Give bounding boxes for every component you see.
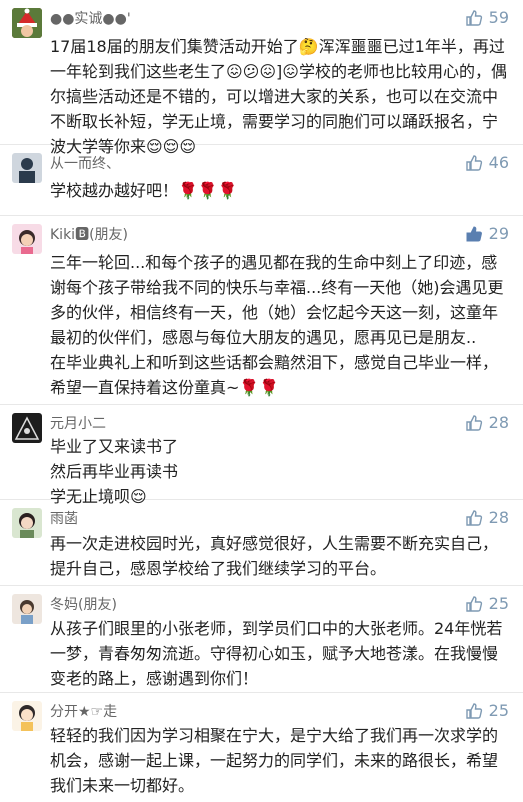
commenter-name[interactable]: 从一而终、 [50,153,120,173]
comment-text: 三年一轮回...和每个孩子的遇见都在我的生命中刻上了印迹，感谢每个孩子带给我不同… [50,253,504,397]
avatar[interactable] [12,224,42,254]
comment-item: 雨菡 28 再一次走进校园时光，真好感觉很好，人生需要不断充实自己，提升自己，感… [0,500,523,586]
person-avatar-icon [12,153,42,183]
dark-avatar-icon [12,413,42,443]
comment-text: 毕业了又来读书了 然后再毕业再读书 学无止境呗😌 [50,437,179,506]
girl2-avatar-icon [12,508,42,538]
commenter-name[interactable]: 分开★☞走 [50,701,117,721]
thumbs-up-filled-icon [466,225,482,241]
avatar[interactable] [12,8,42,38]
comment-text: 轻轻的我们因为学习相聚在宁大，是宁大给了我们再一次求学的机会，感谢一起上课，一起… [50,726,499,795]
girl-avatar-icon [12,224,42,254]
comment-text: 再一次走进校园时光，真好感觉很好，人生需要不断充实自己，提升自己，感恩学校给了我… [50,534,499,578]
like-button[interactable]: 46 [465,153,509,172]
comment-item: 分开★☞走 25 轻轻的我们因为学习相聚在宁大，是宁大给了我们再一次求学的机会，… [0,693,523,802]
like-count: 59 [488,8,509,27]
like-button[interactable]: 25 [465,594,509,613]
like-button[interactable]: 29 [465,224,509,243]
like-button[interactable]: 59 [465,8,509,27]
avatar[interactable] [12,413,42,443]
like-count: 46 [488,153,509,172]
avatar[interactable] [12,153,42,183]
santa-avatar-icon [12,8,42,38]
thumbs-up-icon [465,9,482,26]
comment-item: Kiki🅱(朋友) 29 三年一轮回...和每个孩子的遇见都在我的生命中刻上了印… [0,216,523,405]
comment-item: 冬妈(朋友) 25 从孩子们眼里的小张老师，到学员们口中的大张老师。24年恍若一… [0,586,523,693]
avatar[interactable] [12,701,42,731]
comment-item: ●●实诚●●' 59 17届18届的朋友们集赞活动开始了🤔浑浑噩噩已过1年半，再… [0,0,523,156]
thumbs-up-icon [465,702,482,719]
like-count: 25 [488,594,509,613]
like-count: 28 [488,413,509,432]
comment-item: 从一而终、 46 学校越办越好吧！🌹🌹🌹 [0,145,523,216]
commenter-name[interactable]: 元月小二 [50,413,106,433]
like-count: 28 [488,508,509,527]
comment-text: 从孩子们眼里的小张老师，到学员们口中的大张老师。24年恍若一梦，青春匆匆流逝。守… [50,619,503,688]
commenter-name[interactable]: 雨菡 [50,508,78,528]
avatar[interactable] [12,508,42,538]
like-count: 29 [488,224,509,243]
thumbs-up-icon [465,414,482,431]
like-button[interactable]: 25 [465,701,509,720]
thumbs-up-icon [465,509,482,526]
comment-text: 学校越办越好吧！🌹🌹🌹 [50,181,238,200]
commenter-name[interactable]: 冬妈(朋友) [50,594,117,614]
like-button[interactable]: 28 [465,413,509,432]
comment-text: 17届18届的朋友们集赞活动开始了🤔浑浑噩噩已过1年半，再过一年轮到我们这些老生… [50,37,507,156]
commenter-name[interactable]: ●●实诚●●' [50,8,131,28]
like-button[interactable]: 28 [465,508,509,527]
avatar[interactable] [12,594,42,624]
thumbs-up-icon [465,154,482,171]
comment-item: 元月小二 28 毕业了又来读书了 然后再毕业再读书 学无止境呗😌 [0,405,523,506]
cartoon-avatar-icon [12,701,42,731]
thumbs-up-icon [465,595,482,612]
child-avatar-icon [12,594,42,624]
commenter-name[interactable]: Kiki🅱(朋友) [50,224,128,244]
comment-list: ●●实诚●●' 59 17届18届的朋友们集赞活动开始了🤔浑浑噩噩已过1年半，再… [0,0,523,802]
like-count: 25 [488,701,509,720]
